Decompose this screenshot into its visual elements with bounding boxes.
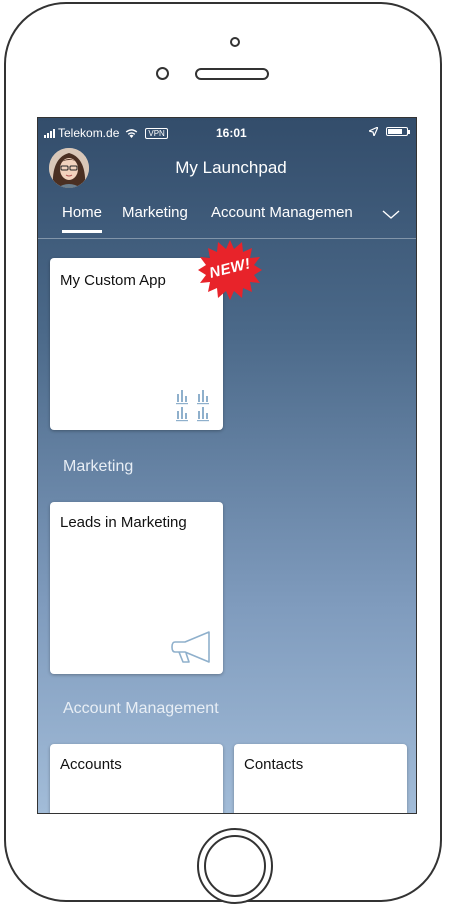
page: Telekom.de VPN 16:01 My Launchpad Home M… [0,0,449,906]
tile-leads-in-marketing[interactable]: Leads in Marketing [50,502,223,674]
chevron-down-icon[interactable] [382,208,400,220]
home-button[interactable] [197,828,273,904]
camera-icon [230,37,240,47]
tab-account-management[interactable]: Account Managemen [211,204,353,221]
status-left: Telekom.de VPN [44,126,168,140]
wifi-icon [126,129,138,138]
speaker-grille [195,68,269,80]
carrier-label: Telekom.de [58,126,120,140]
vpn-badge: VPN [145,127,168,139]
location-arrow-icon [369,127,378,136]
tile-title: My Custom App [60,272,166,289]
signal-icon [44,128,55,138]
status-time: 16:01 [216,126,247,140]
section-title-account-management: Account Management [63,700,219,717]
section-title-marketing: Marketing [63,458,134,475]
status-bar: Telekom.de VPN 16:01 [38,118,416,144]
battery-icon [386,127,410,136]
status-right [369,127,410,136]
tile-accounts[interactable]: Accounts [50,744,223,813]
tab-home[interactable]: Home [62,204,103,233]
proximity-sensor-icon [156,67,169,80]
tab-bar: Home Marketing Account Managemen [38,204,416,239]
app-screen: Telekom.de VPN 16:01 My Launchpad Home M… [37,117,417,814]
page-title: My Launchpad [175,158,287,177]
tile-title: Accounts [60,756,122,773]
bar-chart-grid-icon [176,390,209,422]
tile-title: Leads in Marketing [60,514,187,531]
tile-contacts[interactable]: Contacts [234,744,407,813]
tab-marketing[interactable]: Marketing [122,204,188,221]
new-badge: NEW! [198,238,262,302]
tile-title: Contacts [244,756,304,773]
megaphone-icon [171,631,210,663]
